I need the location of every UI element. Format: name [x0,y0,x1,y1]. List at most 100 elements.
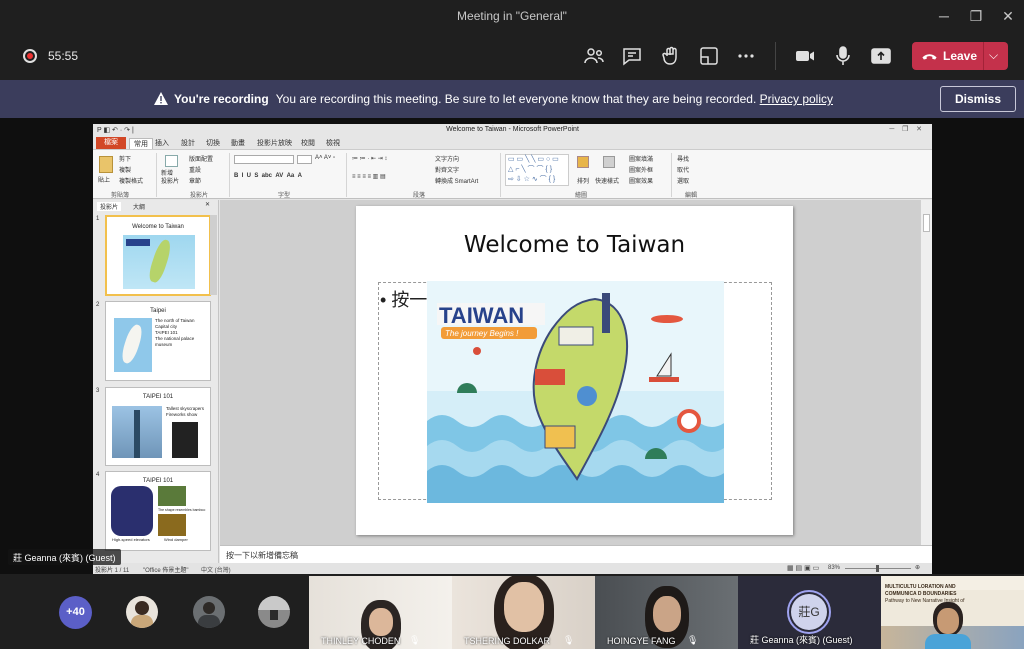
font-grow-buttons[interactable]: A˄ A˅ ▫ [315,155,335,161]
replace-button[interactable]: 取代 [677,165,689,174]
thumb-title: TAIPEI 101 [142,478,174,484]
current-slide[interactable]: Welcome to Taiwan • 按一 TAIWAN The journe… [356,206,793,535]
participants-icon[interactable] [582,44,606,68]
arrange-label[interactable]: 排列 [577,176,589,185]
select-button[interactable]: 選取 [677,176,689,185]
close-pane-icon[interactable]: ✕ [205,201,210,208]
align-text-button[interactable]: 對齊文字 [435,165,459,174]
participant-name: HOINGYE FANG [607,636,676,646]
meeting-toolbar: 55:55 Leave ⌵ [0,32,1024,80]
ppt-window-controls[interactable]: ─ ❐ ✕ [889,125,922,133]
video-tile[interactable]: THINLEY CHODEN 🎙︎ [309,576,452,649]
thumb-caption: High-speed elevators [112,537,150,542]
participant-gallery: +40 THINLEY CHODEN 🎙︎ TSHERING DOLKAR 🎙︎… [0,574,1024,649]
participant-initials: 莊G [791,594,827,630]
section-button[interactable]: 章節 [189,176,201,185]
slide-thumbnail-2[interactable]: Taipei The north of Taiwan Capital city … [105,301,211,381]
tab-slideshow[interactable]: 投影片放映 [257,138,292,148]
close-icon[interactable]: ✕ [996,6,1020,26]
tab-outline[interactable]: 大綱 [133,202,145,211]
shape-effects-button[interactable]: 圖案效果 [629,176,653,185]
camera-icon[interactable] [793,44,817,68]
more-options-icon[interactable] [734,44,758,68]
format-painter-button[interactable]: 複製格式 [119,176,143,185]
arrange-icon[interactable] [577,156,589,168]
participant-avatar[interactable] [258,596,290,628]
tab-review[interactable]: 校閱 [301,138,315,148]
thumb-number: 2 [96,302,100,308]
zoom-slider-handle[interactable] [876,565,879,572]
tab-animations[interactable]: 動畫 [231,138,245,148]
tab-insert[interactable]: 插入 [155,138,169,148]
group-divider [156,153,157,197]
shape-outline-button[interactable]: 圖案外框 [629,165,653,174]
tab-file[interactable]: 檔案 [96,137,126,149]
dismiss-button[interactable]: Dismiss [940,86,1016,112]
slide-thumbnail-4[interactable]: TAIPEI 101 High-speed elevators Wind dam… [105,471,211,551]
font-size-box[interactable] [297,155,312,164]
participant-avatar[interactable] [126,596,158,628]
quick-styles-icon[interactable] [603,156,615,168]
microphone-icon[interactable] [831,44,855,68]
font-style-buttons[interactable]: B I U S abc AV Aa A [234,173,302,179]
toolbar-divider [775,42,776,70]
more-participants-button[interactable]: +40 [59,596,92,629]
participant-avatar[interactable] [193,596,225,628]
maximize-icon[interactable]: ❐ [964,6,988,26]
chat-icon[interactable] [620,44,644,68]
shapes-gallery[interactable]: ▭ ▭ ╲ ╲ ▭ ○ ▭ △ ⌐ ╲ ⌒ ⌒ { } ⇨ ⇩ ☆ ∿ ⌒ { } [505,154,569,186]
recording-heading: You're recording [174,92,269,106]
tab-transitions[interactable]: 切換 [206,138,220,148]
map-subtitle: The journey Begins ! [445,329,519,338]
participant-name: THINLEY CHODEN [321,636,401,646]
thumb-text: Tallest skyscrapers Fireworks show [166,406,205,417]
view-buttons[interactable]: ▦ ▤ ▣ ▭ [787,564,819,572]
tab-home[interactable]: 常用 [129,138,153,149]
reset-button[interactable]: 重設 [189,165,201,174]
paste-icon[interactable] [99,156,113,173]
thumb-number: 4 [96,472,100,478]
vertical-scrollbar[interactable] [920,200,932,545]
thumb-title: Taipei [150,308,166,314]
smartart-button[interactable]: 轉換成 SmartArt [435,176,478,185]
video-tile[interactable]: TSHERING DOLKAR 🎙︎ [452,576,595,649]
shape-fill-button[interactable]: 圖案填滿 [629,154,653,163]
thumb-caption: Wind damper [164,537,188,542]
font-name-box[interactable] [234,155,294,164]
tab-design[interactable]: 設計 [181,138,195,148]
shared-content-tile[interactable]: MULTICULTU LORATION AND COMMUNICA D BOUN… [881,576,1024,649]
new-slide-label[interactable]: 新增 投影片 [161,170,179,186]
slide-bullet[interactable]: • 按一 [380,286,427,312]
align-buttons[interactable]: ≡ ≡ ≡ ≡ ▥ ▤ [352,173,386,180]
thumb-number: 3 [96,388,100,394]
share-screen-icon[interactable] [869,44,893,68]
reactions-icon[interactable] [659,44,683,68]
notes-pane[interactable]: 按一下以新增備忘稿 [220,545,932,563]
mic-muted-icon: 🎙︎ [409,635,421,645]
rooms-icon[interactable] [697,44,721,68]
leave-button[interactable]: Leave ⌵ [912,42,1008,70]
scrollbar-thumb[interactable] [923,214,930,232]
copy-button[interactable]: 複製 [119,165,131,174]
minimize-icon[interactable]: ─ [932,6,956,26]
tab-view[interactable]: 檢視 [326,138,340,148]
quick-styles-label[interactable]: 快速樣式 [595,176,619,185]
hang-up-icon [922,54,937,60]
tab-slides[interactable]: 投影片 [97,202,122,211]
slide-thumbnail-3[interactable]: TAIPEI 101 Tallest skyscrapers Fireworks… [105,387,211,466]
new-slide-icon[interactable] [165,155,178,167]
pane-scrollbar[interactable] [210,215,217,295]
paste-label[interactable]: 貼上 [98,175,110,184]
notes-placeholder: 按一下以新增備忘稿 [226,551,298,560]
text-direction-button[interactable]: 文字方向 [435,154,459,163]
fit-to-window-icon[interactable]: ⊕ [915,564,920,571]
chevron-down-icon[interactable]: ⌵ [989,48,998,63]
slide-title[interactable]: Welcome to Taiwan [356,232,793,258]
slide-thumbnail-1[interactable]: Welcome to Taiwan [105,215,211,296]
layout-button[interactable]: 版面配置 [189,154,213,163]
privacy-policy-link[interactable]: Privacy policy [760,92,833,106]
list-buttons[interactable]: ≔ ≔ · ⇤ ⇥ ↕ [352,155,387,162]
find-button[interactable]: 尋找 [677,154,689,163]
cut-button[interactable]: 剪下 [119,154,131,163]
video-tile[interactable]: HOINGYE FANG 🎙︎ [595,576,738,649]
